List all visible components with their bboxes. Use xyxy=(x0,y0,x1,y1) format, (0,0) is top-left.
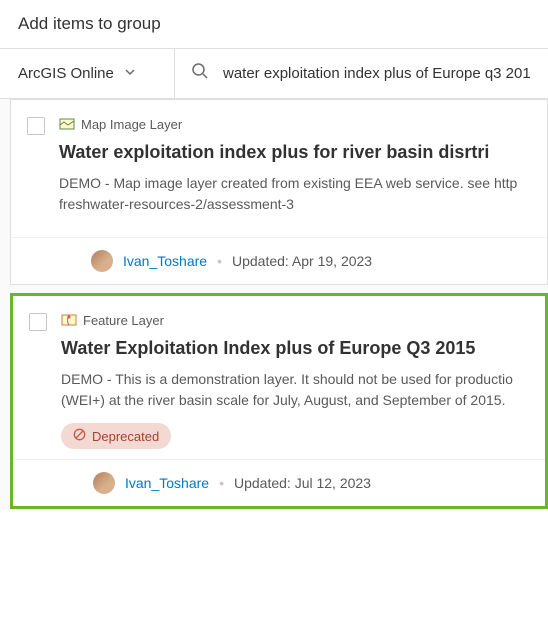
search-icon xyxy=(191,62,209,85)
search-field[interactable] xyxy=(175,49,548,98)
results-list: Map Image Layer Water exploitation index… xyxy=(0,99,548,509)
map-image-layer-icon xyxy=(59,116,75,132)
avatar xyxy=(91,250,113,272)
owner-link[interactable]: Ivan_Toshare xyxy=(123,253,207,269)
prohibited-icon xyxy=(73,428,86,444)
dialog-title: Add items to group xyxy=(0,0,548,48)
deprecated-badge: Deprecated xyxy=(61,423,171,449)
item-title[interactable]: Water Exploitation Index plus of Europe … xyxy=(61,338,529,359)
select-checkbox[interactable] xyxy=(27,117,45,135)
chevron-down-icon xyxy=(124,66,136,81)
select-checkbox[interactable] xyxy=(29,313,47,331)
feature-layer-icon xyxy=(61,312,77,328)
item-description: DEMO - This is a demonstration layer. It… xyxy=(61,369,529,411)
item-type-label: Feature Layer xyxy=(83,313,164,328)
search-input[interactable] xyxy=(223,65,532,82)
result-card: Map Image Layer Water exploitation index… xyxy=(10,99,548,285)
scope-label: ArcGIS Online xyxy=(18,65,114,82)
item-type-label: Map Image Layer xyxy=(81,117,182,132)
separator-dot: • xyxy=(219,475,224,491)
item-description: DEMO - Map image layer created from exis… xyxy=(59,173,531,215)
updated-text: Updated: Jul 12, 2023 xyxy=(234,475,371,491)
result-card: Feature Layer Water Exploitation Index p… xyxy=(10,293,548,509)
updated-text: Updated: Apr 19, 2023 xyxy=(232,253,372,269)
owner-link[interactable]: Ivan_Toshare xyxy=(125,475,209,491)
filter-bar: ArcGIS Online xyxy=(0,48,548,99)
avatar xyxy=(93,472,115,494)
scope-dropdown[interactable]: ArcGIS Online xyxy=(0,49,175,98)
item-title[interactable]: Water exploitation index plus for river … xyxy=(59,142,531,163)
separator-dot: • xyxy=(217,253,222,269)
